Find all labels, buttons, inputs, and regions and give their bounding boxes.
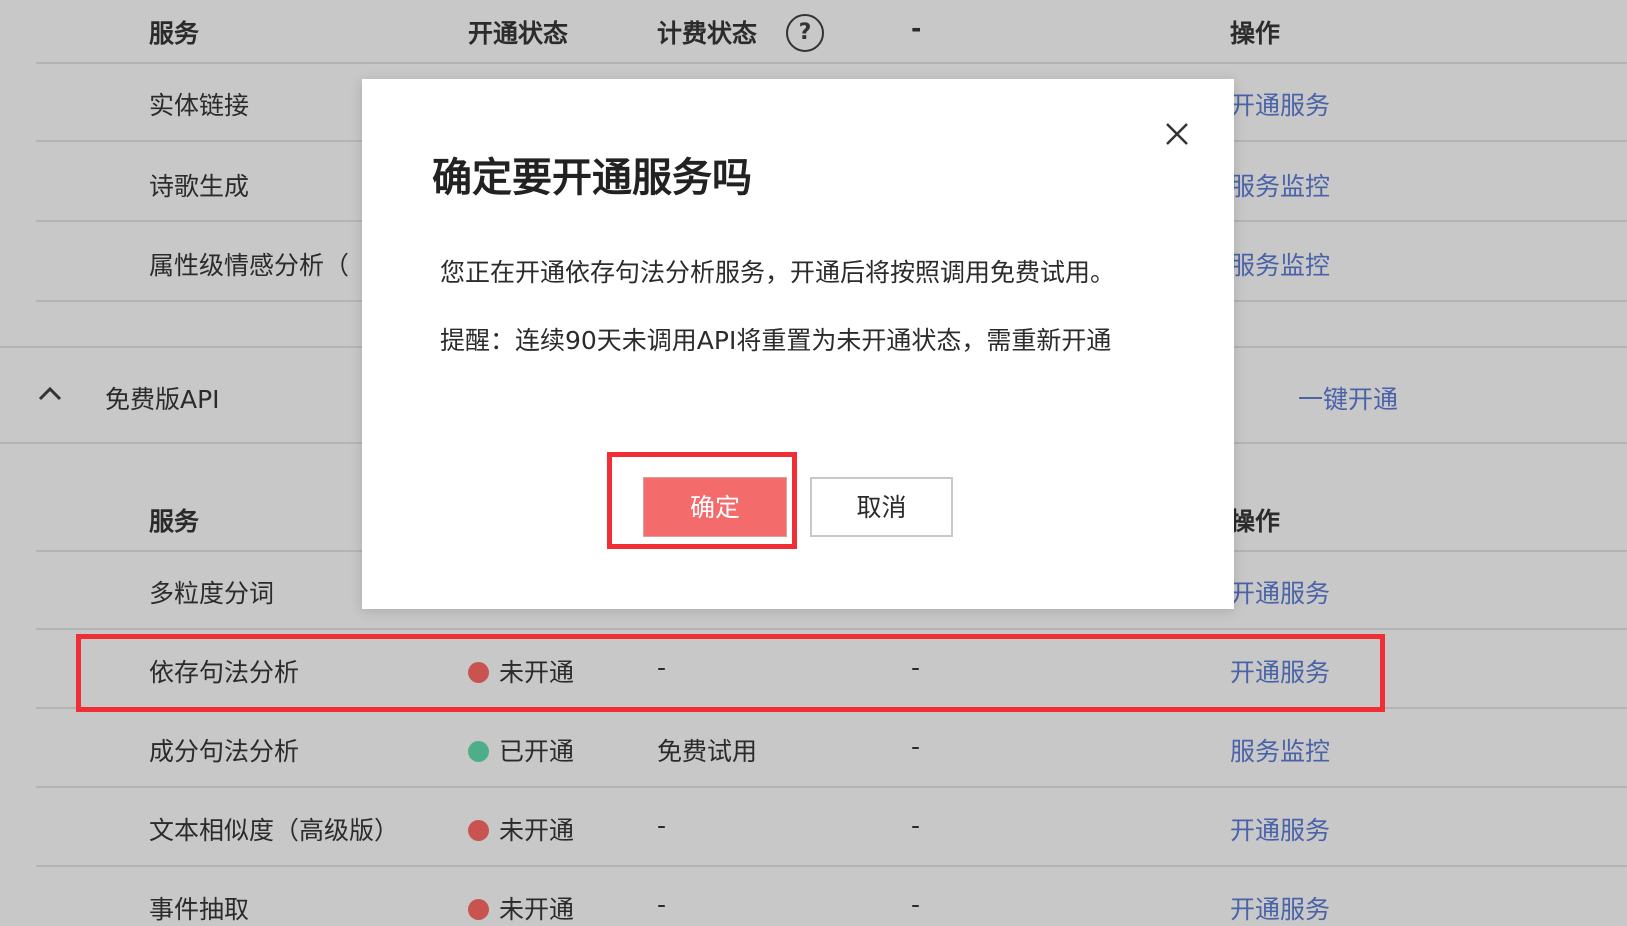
table1-row-name: 诗歌生成 <box>149 172 250 201</box>
table1-header-action: 操作 <box>1230 19 1281 48</box>
table2-header-action: 操作 <box>1230 507 1281 536</box>
service-monitor-link[interactable]: 服务监控 <box>1230 732 1330 768</box>
status-dot-red <box>468 820 489 841</box>
status-dot-red <box>468 899 489 920</box>
col4-cell: - <box>911 811 921 840</box>
divider <box>36 628 1627 630</box>
table1-header-service: 服务 <box>149 19 200 48</box>
status-text: 未开通 <box>499 816 575 845</box>
confirm-button[interactable]: 确定 <box>643 477 787 537</box>
service-monitor-link[interactable]: 服务监控 <box>1230 167 1330 203</box>
col4-cell: - <box>911 890 921 919</box>
dialog-title: 确定要开通服务吗 <box>432 155 752 201</box>
table2-row-name: 多粒度分词 <box>149 579 275 608</box>
billing-cell: - <box>657 811 667 840</box>
bulk-open-link[interactable]: 一键开通 <box>1298 380 1398 416</box>
status-cell: 未开通 <box>468 811 574 847</box>
section-title: 免费版API <box>105 385 220 414</box>
table2-row-name: 文本相似度（高级版） <box>149 816 400 845</box>
collapse-toggle[interactable] <box>38 382 62 410</box>
table2-row-name: 成分句法分析 <box>149 737 300 766</box>
divider <box>36 62 1627 64</box>
table1-row-name: 实体链接 <box>149 91 250 120</box>
status-text: 未开通 <box>499 895 575 924</box>
dialog-message: 您正在开通依存句法分析服务，开通后将按照调用免费试用。 <box>440 258 1116 287</box>
table1-header-col4: - <box>911 14 922 43</box>
open-service-link[interactable]: 开通服务 <box>1230 574 1330 610</box>
cancel-button[interactable]: 取消 <box>810 477 953 537</box>
close-button[interactable] <box>1160 117 1194 151</box>
status-cell: 未开通 <box>468 890 574 926</box>
row-highlight-box <box>76 634 1385 712</box>
billing-cell: 免费试用 <box>657 737 758 766</box>
close-icon <box>1166 123 1188 145</box>
table2-row-name: 事件抽取 <box>149 895 250 924</box>
divider <box>36 786 1627 788</box>
divider <box>36 865 1627 867</box>
open-service-link[interactable]: 开通服务 <box>1230 811 1330 847</box>
service-monitor-link[interactable]: 服务监控 <box>1230 246 1330 282</box>
table1-header-billing: 计费状态 <box>657 19 758 48</box>
status-text: 已开通 <box>499 737 575 766</box>
dialog-reminder: 提醒：连续90天未调用API将重置为未开通状态，需重新开通 <box>440 326 1112 355</box>
status-cell: 已开通 <box>468 732 574 768</box>
help-icon[interactable]: ? <box>786 14 824 52</box>
open-service-link[interactable]: 开通服务 <box>1230 890 1330 926</box>
table2-header-service: 服务 <box>149 507 200 536</box>
table1-row-name: 属性级情感分析（ <box>149 251 350 280</box>
confirm-dialog: 确定要开通服务吗 您正在开通依存句法分析服务，开通后将按照调用免费试用。 提醒：… <box>362 79 1234 609</box>
col4-cell: - <box>911 732 921 761</box>
table1-header-status: 开通状态 <box>468 19 569 48</box>
chevron-up-icon <box>38 386 62 401</box>
status-dot-green <box>468 741 489 762</box>
billing-cell: - <box>657 890 667 919</box>
open-service-link[interactable]: 开通服务 <box>1230 86 1330 122</box>
